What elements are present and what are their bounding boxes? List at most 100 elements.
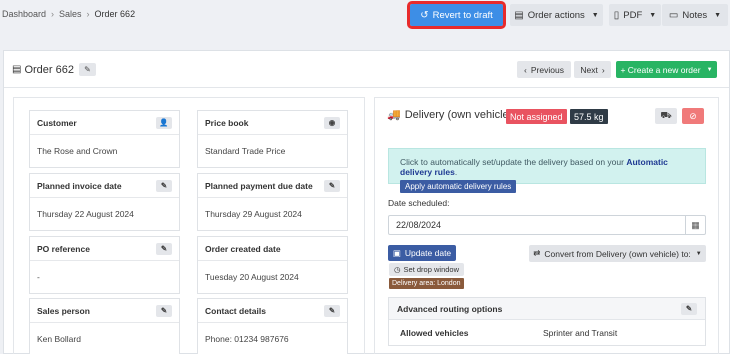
header-divider	[4, 87, 729, 88]
edit-invoice-date-button[interactable]: ✎	[156, 179, 172, 192]
pdf-label: PDF	[623, 9, 643, 21]
breadcrumb-separator: ›	[51, 9, 55, 19]
card-value: -	[37, 272, 40, 282]
next-button[interactable]: Next ›	[574, 61, 611, 78]
pencil-icon: ✎	[328, 181, 336, 190]
caret-down-icon: ▼	[706, 66, 713, 73]
card-title: Customer	[37, 117, 77, 128]
undo-icon: ↺	[420, 9, 429, 21]
edit-routing-button[interactable]: ✎	[681, 302, 697, 315]
contact-details-card: Contact details ✎ Phone: 01234 987676	[197, 298, 348, 354]
breadcrumb: Dashboard › Sales › Order 662	[2, 9, 135, 19]
card-title: Price book	[205, 117, 249, 128]
pencil-icon: ✎	[685, 304, 693, 313]
card-title: PO reference	[37, 243, 90, 254]
card-value: Thursday 22 August 2024	[37, 209, 134, 219]
order-panel: ▤ Order 662 ✎ ‹ Previous Next › + Create…	[3, 50, 730, 354]
date-value: 22/08/2024	[396, 220, 442, 230]
delivery-section: 🚚 Delivery (own vehicle) Not assigned 57…	[374, 97, 719, 354]
breadcrumb-sales[interactable]: Sales	[59, 9, 82, 19]
order-actions-label: Order actions	[527, 9, 585, 21]
set-drop-window-button[interactable]: ◷ Set drop window	[389, 263, 464, 276]
card-value: Standard Trade Price	[205, 146, 286, 156]
ban-icon: ⊘	[689, 110, 697, 121]
delivery-title-text: Delivery (own vehicle)	[404, 108, 513, 121]
chevron-left-icon: ‹	[524, 64, 527, 75]
caret-down-icon: ▼	[695, 250, 702, 257]
pencil-icon: ✎	[328, 306, 336, 315]
chevron-right-icon: ›	[601, 64, 605, 75]
change-vehicle-button[interactable]: ⛟	[655, 108, 677, 124]
breadcrumb-dashboard[interactable]: Dashboard	[2, 9, 46, 19]
previous-label: Previous	[530, 64, 564, 75]
status-badge: Not assigned	[506, 109, 567, 124]
delivery-title: 🚚 Delivery (own vehicle)	[387, 108, 513, 122]
pencil-icon: ✎	[160, 306, 168, 315]
planned-payment-due-date-card: Planned payment due date ✎ Thursday 29 Au…	[197, 173, 348, 231]
set-drop-window-label: Set drop window	[403, 265, 459, 274]
edit-contact-details-button[interactable]: ✎	[324, 304, 340, 317]
convert-delivery-label: Convert from Delivery (own vehicle) to:	[544, 248, 691, 259]
customer-view-button[interactable]: 👤	[156, 116, 172, 129]
advanced-routing-options: Advanced routing options ✎ Allowed vehic…	[388, 297, 706, 346]
edit-sales-person-button[interactable]: ✎	[156, 304, 172, 317]
eye-icon: ◉	[328, 118, 336, 127]
customer-card: Customer 👤 The Rose and Crown	[29, 110, 180, 168]
edit-po-reference-button[interactable]: ✎	[156, 242, 172, 255]
card-value: Thursday 29 August 2024	[205, 209, 302, 219]
card-title: Contact details	[205, 305, 266, 316]
delivery-area-badge: Delivery area: London	[389, 278, 464, 289]
caret-down-icon: ▼	[714, 11, 722, 19]
previous-button[interactable]: ‹ Previous	[517, 61, 571, 78]
pencil-icon: ✎	[160, 244, 168, 253]
note-icon: ▭	[668, 9, 679, 21]
order-header: ▤ Order 662 ✎	[12, 63, 96, 76]
exchange-icon: ⇄	[533, 248, 541, 258]
edit-title-button[interactable]: ✎	[78, 63, 96, 76]
info-text: Click to automatically set/update the de…	[400, 157, 624, 167]
card-value: Phone: 01234 987676	[205, 334, 289, 344]
breadcrumb-separator: ›	[86, 9, 90, 19]
card-value: Tuesday 20 August 2024	[205, 272, 299, 282]
cancel-delivery-button[interactable]: ⊘	[682, 108, 704, 124]
next-label: Next	[580, 64, 598, 75]
order-created-date-card: Order created date Tuesday 20 August 202…	[197, 236, 348, 294]
update-date-label: Update date	[404, 248, 452, 258]
caret-down-icon: ▼	[591, 11, 599, 19]
update-date-button[interactable]: ▣ Update date	[388, 245, 456, 261]
routing-row-key: Allowed vehicles	[400, 328, 469, 338]
card-title: Planned invoice date	[37, 180, 122, 191]
revert-to-draft-button[interactable]: ↺ Revert to draft	[407, 1, 506, 29]
revert-to-draft-label: Revert to draft	[432, 9, 493, 21]
routing-title: Advanced routing options	[397, 303, 503, 314]
file-icon: ▯	[613, 9, 620, 21]
page-title: Order 662	[24, 63, 74, 76]
convert-delivery-button[interactable]: ⇄ Convert from Delivery (own vehicle) to…	[529, 245, 706, 262]
apply-automatic-delivery-rules-button[interactable]: Apply automatic delivery rules	[400, 180, 517, 193]
card-title: Planned payment due date	[205, 180, 313, 191]
truck-icon: ⛟	[660, 110, 672, 120]
card-value: Ken Bollard	[37, 334, 81, 344]
edit-payment-due-date-button[interactable]: ✎	[324, 179, 340, 192]
order-actions-button[interactable]: ▤ Order actions ▼	[510, 4, 603, 26]
pencil-icon: ✎	[84, 65, 91, 74]
date-scheduled-input[interactable]: 22/08/2024 ▦	[388, 215, 706, 235]
calendar-icon[interactable]: ▦	[685, 216, 705, 234]
automatic-rules-info: Click to automatically set/update the de…	[388, 148, 706, 193]
routing-row-value: Sprinter and Transit	[543, 328, 618, 338]
breadcrumb-current: Order 662	[94, 9, 136, 19]
date-scheduled-label: Date scheduled:	[388, 198, 450, 208]
create-new-order-button[interactable]: + Create a new order ▼	[616, 61, 717, 78]
price-book-view-button[interactable]: ◉	[324, 116, 340, 129]
order-details-section: Customer 👤 The Rose and Crown Price book ◉…	[13, 97, 365, 354]
planned-invoice-date-card: Planned invoice date ✎ Thursday 22 August…	[29, 173, 180, 231]
truck-icon: 🚚	[387, 109, 401, 121]
pdf-button[interactable]: ▯ PDF ▼	[609, 4, 661, 26]
notes-button[interactable]: ▭ Notes ▼	[662, 4, 728, 26]
info-suffix: .	[454, 167, 458, 177]
caret-down-icon: ▼	[649, 11, 657, 19]
po-reference-card: PO reference ✎ -	[29, 236, 180, 294]
card-value: The Rose and Crown	[37, 146, 118, 156]
notes-label: Notes	[682, 9, 708, 21]
pencil-icon: ✎	[160, 181, 168, 190]
